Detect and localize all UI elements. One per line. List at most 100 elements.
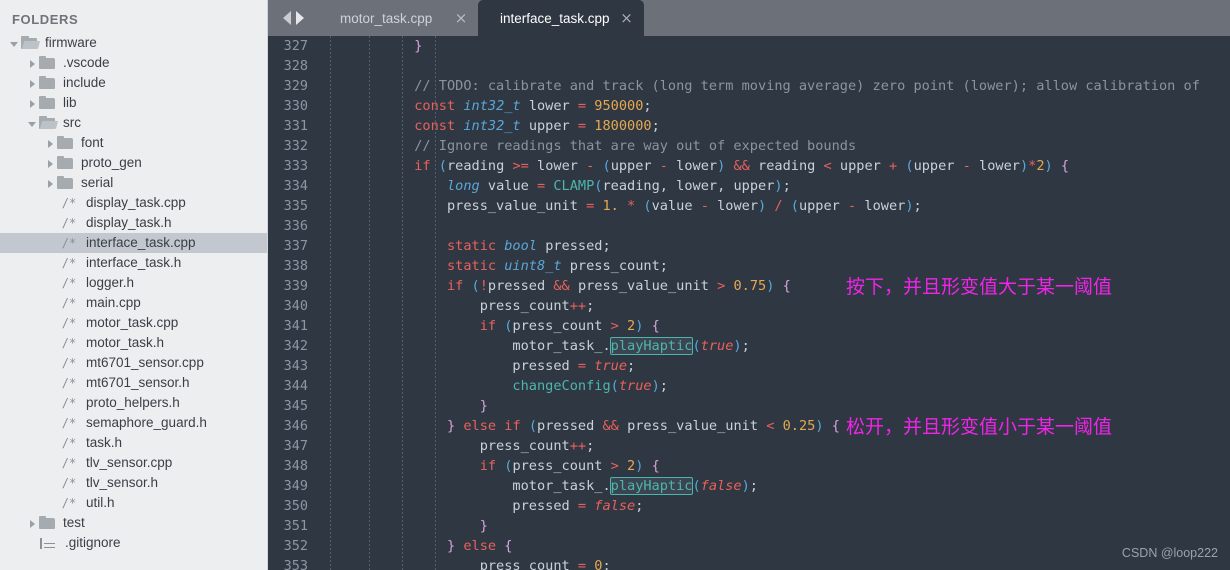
code-line[interactable]: static uint8_t press_count; [316,256,1230,276]
line-number: 347 [283,438,308,454]
file-tree-item[interactable]: src [0,113,268,133]
file-tree-item[interactable]: /* semaphore_guard.h [0,413,268,433]
code-line[interactable]: if (press_count > 2) { [316,316,1230,336]
code-line[interactable]: press_value_unit = 1. * (value - lower) … [316,196,1230,216]
chevron-right-icon[interactable] [26,77,39,90]
code-line[interactable]: long value = CLAMP(reading, lower, upper… [316,176,1230,196]
source-file-icon: /* [61,356,77,370]
code-line[interactable]: press_count++; [316,436,1230,456]
code-line[interactable]: } [316,36,1230,56]
chevron-right-icon[interactable] [44,137,57,150]
code-lines[interactable]: } // TODO: calibrate and track (long ter… [316,36,1230,570]
chevron-right-icon[interactable] [26,97,39,110]
folder-icon [39,75,56,90]
file-tree-item[interactable]: lib [0,93,268,113]
line-number: 335 [283,198,308,214]
line-number: 340 [283,298,308,314]
file-tree-item[interactable]: /* mt6701_sensor.h [0,373,268,393]
code-viewport[interactable]: 327 328 329 330 331 332 333 334 335 336 337 338 339 3… [268,36,1230,570]
code-line[interactable] [316,216,1230,236]
tab-nav-arrows[interactable] [268,0,318,36]
folder-icon [57,175,74,190]
file-tree-item[interactable]: test [0,513,268,533]
code-line[interactable]: const int32_t upper = 1800000; [316,116,1230,136]
code-line[interactable]: motor_task_.playHaptic(true); [316,336,1230,356]
code-line[interactable]: press_count++; [316,296,1230,316]
file-tree-item-label: proto_gen [81,155,142,170]
close-icon[interactable]: × [444,9,478,27]
source-file-icon: /* [61,416,77,430]
code-line[interactable]: // Ignore readings that are way out of e… [316,136,1230,156]
chevron-right-icon[interactable] [26,517,39,530]
tabs-container[interactable]: motor_task.cpp × interface_task.cpp × [318,0,644,36]
code-line[interactable]: } else { [316,536,1230,556]
file-tree-item[interactable]: /* util.h [0,493,268,513]
line-number-gutter: 327 328 329 330 331 332 333 334 335 336 337 338 339 3… [268,36,316,570]
annotation-text: 按下，并且形变值大于某一阈值 [846,276,1113,298]
file-tree-item[interactable]: .gitignore [0,533,268,553]
file-tree-item[interactable]: proto_gen [0,153,268,173]
file-tree-item[interactable]: firmware [0,33,268,53]
file-explorer-sidebar[interactable]: FOLDERS firmware .vscode include lib src font… [0,0,268,570]
file-tree-item[interactable]: /* tlv_sensor.cpp [0,453,268,473]
source-file-icon: /* [61,336,77,350]
code-line[interactable]: changeConfig(true); [316,376,1230,396]
file-tree-item-label: font [81,135,104,150]
folder-icon [57,155,74,170]
code-line[interactable]: static bool pressed; [316,236,1230,256]
file-tree-item[interactable]: font [0,133,268,153]
spacer-icon [44,217,57,230]
editor-tab[interactable]: interface_task.cpp × [478,0,644,36]
file-tree-item[interactable]: /* motor_task.cpp [0,313,268,333]
code-line[interactable]: motor_task_.playHaptic(false); [316,476,1230,496]
file-tree-item[interactable]: /* display_task.h [0,213,268,233]
file-tree-item[interactable]: /* mt6701_sensor.cpp [0,353,268,373]
code-line[interactable] [316,56,1230,76]
chevron-left-icon[interactable] [282,11,291,25]
file-tree-item[interactable]: .vscode [0,53,268,73]
file-tree-item[interactable]: include [0,73,268,93]
file-tree[interactable]: FOLDERS firmware .vscode include lib src font… [0,0,268,553]
file-tree-item-label: firmware [45,35,97,50]
chevron-right-icon[interactable] [44,177,57,190]
code-line[interactable]: } [316,396,1230,416]
file-tree-item[interactable]: serial [0,173,268,193]
line-number: 331 [283,118,308,134]
file-tree-item-label: .vscode [63,55,110,70]
code-line[interactable]: pressed = true; [316,356,1230,376]
line-number: 346 [283,418,308,434]
chevron-right-icon[interactable] [295,11,304,25]
chevron-down-icon[interactable] [26,117,39,130]
highlighted-symbol[interactable]: playHaptic [609,337,694,355]
code-line[interactable]: pressed = false; [316,496,1230,516]
file-tree-item[interactable]: /* display_task.cpp [0,193,268,213]
code-line[interactable]: if (reading >= lower - (upper - lower) &… [316,156,1230,176]
file-tree-item-label: test [63,515,85,530]
code-line[interactable]: } [316,516,1230,536]
line-number: 353 [283,558,308,570]
file-tree-item[interactable]: /* logger.h [0,273,268,293]
highlighted-symbol[interactable]: playHaptic [609,477,694,495]
file-tree-item[interactable]: /* motor_task.h [0,333,268,353]
code-line[interactable]: const int32_t lower = 950000; [316,96,1230,116]
tab-bar[interactable]: motor_task.cpp × interface_task.cpp × [268,0,1230,36]
file-tree-item[interactable]: /* interface_task.cpp [0,233,268,253]
line-number: 337 [283,238,308,254]
file-tree-item[interactable]: /* tlv_sensor.h [0,473,268,493]
code-line[interactable]: if (press_count > 2) { [316,456,1230,476]
file-tree-item[interactable]: /* proto_helpers.h [0,393,268,413]
source-file-icon: /* [61,496,77,510]
chevron-right-icon[interactable] [44,157,57,170]
folder-icon [57,135,74,150]
file-tree-item-label: motor_task.h [86,335,165,350]
close-icon[interactable]: × [610,9,644,27]
file-tree-item[interactable]: /* task.h [0,433,268,453]
code-line[interactable]: // TODO: calibrate and track (long term … [316,76,1230,96]
file-tree-item[interactable]: /* main.cpp [0,293,268,313]
file-tree-list[interactable]: firmware .vscode include lib src font proto_ge… [0,33,268,553]
editor-tab[interactable]: motor_task.cpp × [318,0,478,36]
chevron-right-icon[interactable] [26,57,39,70]
chevron-down-icon[interactable] [8,37,21,50]
file-tree-item[interactable]: /* interface_task.h [0,253,268,273]
code-line[interactable]: press_count = 0; [316,556,1230,570]
